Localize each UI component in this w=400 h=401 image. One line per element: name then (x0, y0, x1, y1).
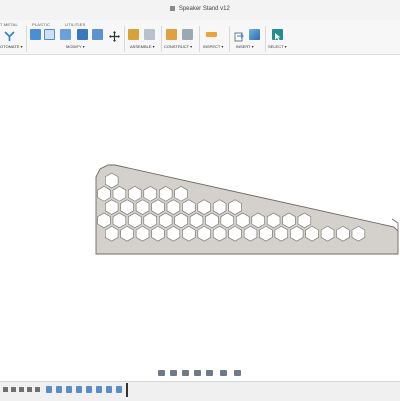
grid-settings-icon[interactable] (234, 370, 241, 376)
modify-menu[interactable]: MODIFY ▾ (66, 44, 85, 49)
timeline-next-icon[interactable] (27, 387, 32, 392)
timeline-feature[interactable] (106, 386, 112, 393)
navigation-bar (150, 367, 250, 379)
tab-plastic[interactable]: PLASTIC (32, 22, 50, 27)
zoom-icon[interactable] (194, 370, 201, 376)
timeline (0, 381, 400, 401)
window-title: Speaker Stand v12 (178, 6, 230, 13)
timeline-feature[interactable] (96, 386, 102, 393)
timeline-feature[interactable] (116, 386, 122, 393)
window-title-wrap: Speaker Stand v12 (0, 6, 400, 12)
press-pull-icon[interactable] (30, 29, 41, 40)
separator (265, 26, 266, 52)
model-viewport[interactable] (0, 55, 400, 367)
separator (229, 26, 230, 52)
assemble-menu[interactable]: ASSEMBLE ▾ (130, 44, 155, 49)
select-menu[interactable]: SELECT ▾ (268, 44, 287, 49)
offset-plane-icon[interactable] (166, 29, 177, 40)
design-canvas[interactable] (0, 55, 400, 367)
pan-icon[interactable] (182, 370, 189, 376)
construct-menu[interactable]: CONSTRUCT ▾ (164, 44, 192, 49)
timeline-feature[interactable] (56, 386, 62, 393)
timeline-prev-icon[interactable] (11, 387, 16, 392)
fit-icon[interactable] (206, 370, 213, 376)
timeline-feature[interactable] (46, 386, 52, 393)
timeline-start-icon[interactable] (3, 387, 8, 392)
timeline-feature[interactable] (66, 386, 72, 393)
document-icon (170, 6, 176, 11)
separator (161, 26, 162, 52)
automate-menu[interactable]: OTOMATE ▾ (0, 44, 23, 49)
timeline-feature[interactable] (76, 386, 82, 393)
separator (124, 26, 125, 52)
new-component-icon[interactable] (128, 29, 139, 40)
insert-image-icon[interactable] (249, 29, 260, 40)
move-icon[interactable] (109, 29, 120, 42)
tab-utilities[interactable]: UTILITIES (65, 22, 85, 27)
inspect-menu[interactable]: INSPECT ▾ (203, 44, 223, 49)
fillet-icon[interactable] (44, 29, 55, 40)
automate-icon[interactable] (4, 29, 15, 41)
split-body-icon[interactable] (92, 29, 103, 40)
timeline-end-icon[interactable] (35, 387, 40, 392)
combine-icon[interactable] (77, 29, 88, 40)
insert-derive-icon[interactable] (234, 29, 245, 42)
timeline-feature[interactable] (86, 386, 92, 393)
toolbar: T METAL PLASTIC UTILITIES OTOMATE ▾ MODI… (0, 20, 400, 55)
timeline-marker[interactable] (126, 383, 128, 397)
orbit-icon[interactable] (158, 370, 165, 376)
timeline-play-icon[interactable] (19, 387, 24, 392)
axis-icon[interactable] (182, 29, 193, 40)
display-settings-icon[interactable] (220, 370, 227, 376)
joint-icon[interactable] (144, 29, 155, 40)
look-at-icon[interactable] (170, 370, 177, 376)
title-bar: Speaker Stand v12 (0, 0, 400, 21)
separator (26, 26, 27, 52)
insert-menu[interactable]: INSERT ▾ (236, 44, 254, 49)
measure-icon[interactable] (206, 32, 217, 37)
tab-sheet-metal[interactable]: T METAL (0, 22, 18, 27)
separator (199, 26, 200, 52)
shell-icon[interactable] (60, 29, 71, 40)
select-icon[interactable] (272, 29, 283, 41)
